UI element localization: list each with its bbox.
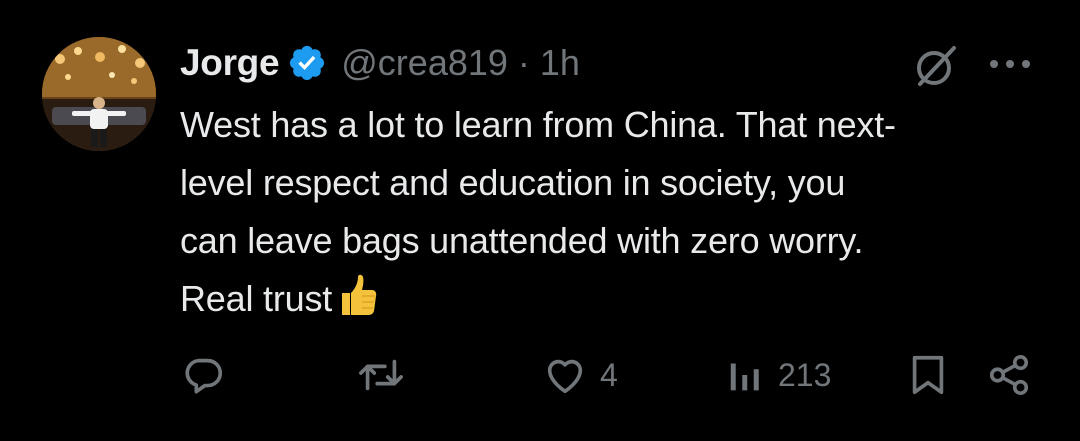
avatar[interactable] bbox=[42, 37, 156, 151]
share-icon bbox=[986, 352, 1032, 398]
author-name[interactable]: Jorge bbox=[180, 42, 280, 84]
tweet-text: West has a lot to learn from China. That… bbox=[180, 96, 1040, 328]
share-button[interactable] bbox=[986, 352, 1032, 398]
heart-icon bbox=[540, 352, 590, 398]
tweet-header: Jorge @crea819 · 1h bbox=[180, 36, 580, 90]
tweet-text-last-line: Real trust bbox=[180, 270, 1040, 328]
grok-icon[interactable] bbox=[910, 40, 962, 92]
separator-dot: · bbox=[517, 42, 530, 83]
tweet-text-line: Real trust bbox=[180, 278, 333, 319]
tweet-text-line: level respect and education in society, … bbox=[180, 162, 846, 203]
bookmark-icon bbox=[908, 352, 948, 398]
views-count: 213 bbox=[778, 356, 832, 393]
verified-badge-icon[interactable] bbox=[287, 43, 327, 83]
views-icon bbox=[728, 352, 768, 398]
repost-button[interactable] bbox=[356, 352, 406, 398]
reply-icon bbox=[180, 352, 226, 398]
like-button[interactable]: 4 bbox=[540, 352, 618, 398]
repost-icon bbox=[356, 352, 406, 398]
tweet-text-line: West has a lot to learn from China. That… bbox=[180, 104, 896, 145]
tweet-text-line: can leave bags unattended with zero worr… bbox=[180, 220, 864, 261]
more-icon[interactable] bbox=[988, 56, 1032, 72]
reply-button[interactable] bbox=[180, 352, 226, 398]
bookmark-button[interactable] bbox=[908, 352, 948, 398]
tweet[interactable]: Jorge @crea819 · 1h West has a lot to le… bbox=[0, 0, 1080, 441]
thumbs-up-icon bbox=[334, 273, 380, 319]
author-handle[interactable]: @crea819 bbox=[341, 42, 508, 84]
timestamp[interactable]: 1h bbox=[540, 42, 580, 84]
like-count: 4 bbox=[600, 356, 618, 393]
views-button[interactable]: 213 bbox=[728, 352, 831, 398]
